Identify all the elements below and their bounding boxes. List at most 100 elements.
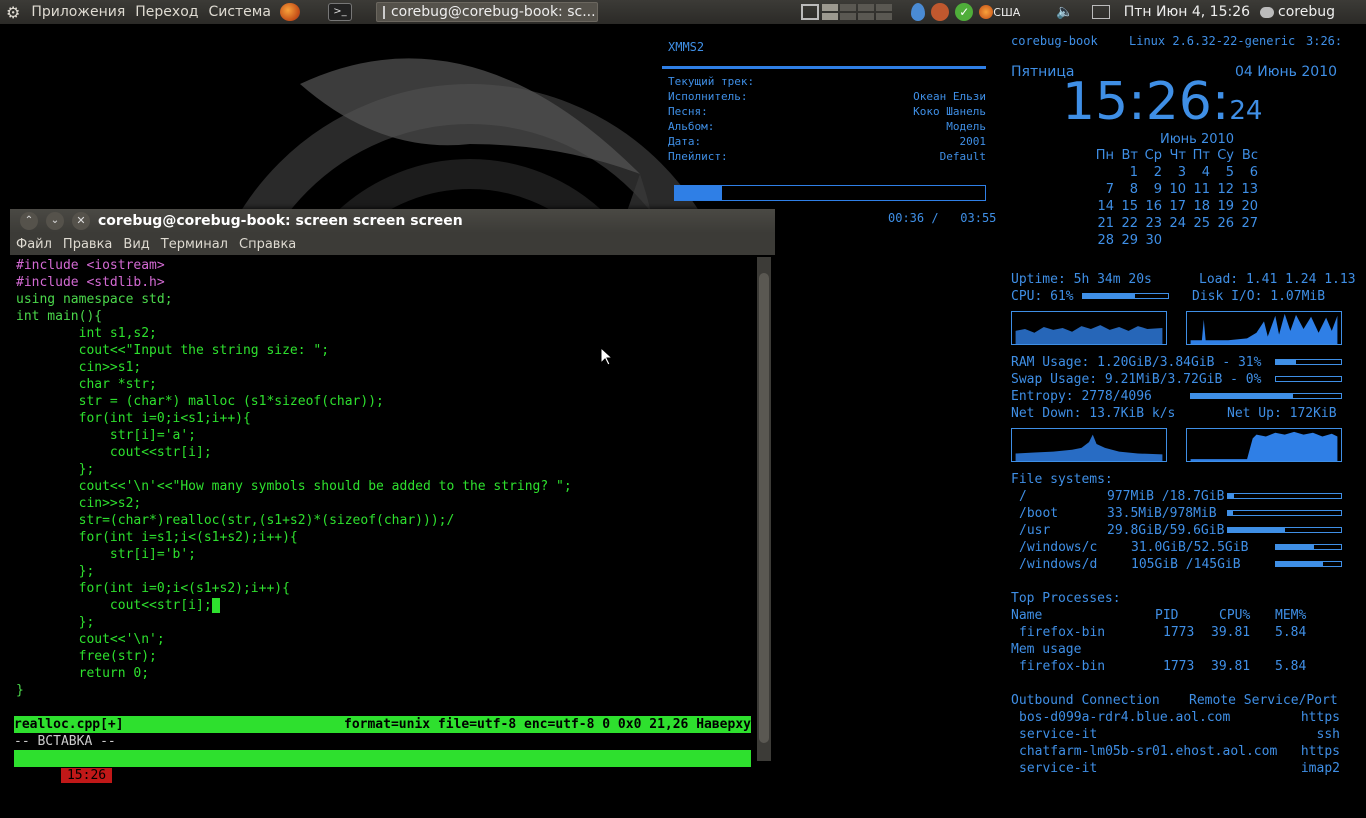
- xmms-progress-bar: [674, 185, 986, 201]
- code-editor[interactable]: #include <iostream> #include <stdlib.h> us…: [16, 257, 572, 699]
- panel-clock[interactable]: Птн Июн 4, 15:26: [1118, 4, 1256, 20]
- terminal-window[interactable]: ⌃ ⌄ ✕ corebug@corebug-book: screen scree…: [10, 209, 775, 800]
- code-line: char *str;: [16, 377, 157, 392]
- conky-net-up: Net Up: 172KiB: [1227, 406, 1337, 421]
- code-line: cout<<"Input the string size: ";: [16, 343, 330, 358]
- net-down-graph: [1011, 428, 1167, 462]
- calendar-day: 12: [1217, 182, 1234, 197]
- cpu-bar: [1082, 293, 1169, 299]
- calendar-day: 1: [1129, 165, 1138, 180]
- calendar-day: 15: [1121, 199, 1138, 214]
- firefox-tray-icon[interactable]: [979, 5, 994, 19]
- xmms-row: Текущий трек:: [660, 75, 990, 90]
- calendar-weekday: Пт: [1192, 148, 1210, 163]
- calendar-weekday: Вт: [1121, 148, 1139, 163]
- menu-applications[interactable]: Приложения: [26, 4, 130, 20]
- top-mem-mem: 5.84: [1275, 659, 1307, 674]
- calendar-weekday: Ср: [1144, 148, 1162, 163]
- top-mem-name: firefox-bin: [1019, 659, 1106, 674]
- vim-status-file: realloc.cpp[+]: [14, 717, 124, 732]
- menu-terminal[interactable]: Терминал: [155, 237, 233, 252]
- keyboard-layout-indicator[interactable]: США: [993, 6, 1020, 19]
- menu-edit[interactable]: Правка: [57, 237, 117, 252]
- terminal-scrollbar[interactable]: [757, 257, 771, 761]
- fs-mount: /windows/d: [1019, 557, 1098, 572]
- code-line: cout<<'\n'<<"How many symbols should be …: [16, 479, 572, 494]
- minimize-button[interactable]: ⌃: [20, 212, 38, 230]
- terminal-title: corebug@corebug-book: screen screen scre…: [98, 213, 463, 229]
- chat-icon[interactable]: [1260, 6, 1275, 18]
- calendar-day: 19: [1217, 199, 1234, 214]
- menu-system[interactable]: Система: [203, 4, 275, 20]
- top-cpu-mem: 5.84: [1275, 625, 1307, 640]
- disk-io-graph: [1186, 311, 1342, 345]
- user-name[interactable]: corebug: [1278, 4, 1366, 20]
- calendar-day: 3: [1177, 165, 1186, 180]
- xmms-separator: [662, 66, 986, 69]
- ubuntu-logo-icon[interactable]: ⚙: [6, 3, 20, 22]
- top-panel: ⚙ Приложения Переход Система >_ corebug@…: [0, 0, 1366, 24]
- xmms2-widget: XMMS2 Текущий трек: Исполнитель: Океан Ел…: [660, 40, 996, 225]
- menu-places[interactable]: Переход: [130, 4, 203, 20]
- outbound-title: Outbound Connection: [1011, 693, 1160, 708]
- drop-icon[interactable]: [911, 3, 926, 21]
- menu-help[interactable]: Справка: [233, 237, 301, 252]
- calendar-day: 5: [1225, 165, 1234, 180]
- xmms-row: Исполнитель: Океан Ельзи: [660, 90, 990, 105]
- fs-mount: /boot: [1019, 506, 1059, 521]
- fs-usage: 31.0GiB/52.5GiB: [1131, 540, 1249, 555]
- conky-time-short: 3:26:: [1306, 34, 1343, 48]
- fs-mount: /usr: [1019, 523, 1051, 538]
- calendar-day: 2: [1153, 165, 1162, 180]
- code-line: cout<<'\n';: [16, 632, 165, 647]
- system-tray: ✓ США 🔈 Птн Июн 4, 15:26 corebug: [798, 0, 1366, 24]
- screen-window-list[interactable]: 0 zsh 1* zsh: [61, 785, 183, 800]
- menu-file[interactable]: Файл: [10, 237, 57, 252]
- gear-app-icon[interactable]: [931, 3, 950, 21]
- screen-clock: 15:26: [60, 768, 113, 783]
- top-head-pid: PID: [1155, 608, 1179, 623]
- text-cursor: [211, 598, 220, 613]
- calendar-day: 29: [1121, 233, 1138, 248]
- code-line: };: [16, 462, 95, 477]
- fs-usage-bar: [1227, 493, 1342, 499]
- conky-swap: Swap Usage: 9.21MiB/3.72GiB - 0%: [1011, 372, 1262, 387]
- maximize-button[interactable]: ⌄: [46, 212, 64, 230]
- remote-port-title: Remote Service/Port: [1189, 693, 1338, 708]
- firefox-icon[interactable]: [279, 3, 300, 21]
- calendar-day: 30: [1145, 233, 1162, 248]
- code-line: cin>>s1;: [16, 360, 142, 375]
- menu-view[interactable]: Вид: [117, 237, 154, 252]
- code-line: str[i]='b';: [16, 547, 197, 562]
- calendar-weekday: Сy: [1217, 148, 1234, 163]
- code-line: int s1,s2;: [16, 326, 157, 341]
- taskbar-item-terminal[interactable]: corebug@corebug-book: sc...: [375, 2, 598, 22]
- terminal-titlebar[interactable]: ⌃ ⌄ ✕ corebug@corebug-book: screen scree…: [10, 209, 775, 233]
- xmms-label: Дата:: [668, 135, 702, 148]
- fs-mount: /windows/c: [1019, 540, 1098, 555]
- terminal-launcher-icon[interactable]: >_: [327, 3, 352, 21]
- monitor-icon[interactable]: [801, 4, 820, 20]
- fs-usage-bar-fill: [1228, 494, 1234, 498]
- top-head-name: Name: [1011, 608, 1043, 623]
- code-line: for(int i=0;i<(s1+s2);i++){: [16, 581, 290, 596]
- code-line: str=(char*)realloc(str,(s1+s2)*(sizeof(c…: [16, 513, 455, 528]
- terminal-content[interactable]: #include <iostream> #include <stdlib.h> us…: [14, 257, 753, 800]
- conky-cpu: CPU: 61%: [1011, 289, 1074, 304]
- code-line: cout<<str[i];: [16, 445, 212, 460]
- workspace-switcher[interactable]: [822, 4, 893, 20]
- cpu-bar-fill: [1083, 294, 1135, 298]
- fs-usage-bar-fill: [1228, 511, 1233, 515]
- xmms-title: XMMS2: [668, 40, 705, 54]
- close-button[interactable]: ✕: [72, 212, 90, 230]
- mail-icon[interactable]: [1091, 5, 1110, 19]
- connection-host: service-it: [1019, 727, 1098, 742]
- calendar-weekday: Чт: [1169, 148, 1187, 163]
- xmms-value: Коко Шанель: [913, 105, 986, 118]
- scrollbar-thumb[interactable]: [759, 273, 769, 743]
- calendar-day: 13: [1241, 182, 1258, 197]
- check-icon[interactable]: ✓: [955, 3, 974, 21]
- fs-usage-bar-fill: [1228, 528, 1285, 532]
- code-line: using namespace std;: [16, 292, 173, 307]
- volume-icon[interactable]: 🔈: [1056, 4, 1073, 20]
